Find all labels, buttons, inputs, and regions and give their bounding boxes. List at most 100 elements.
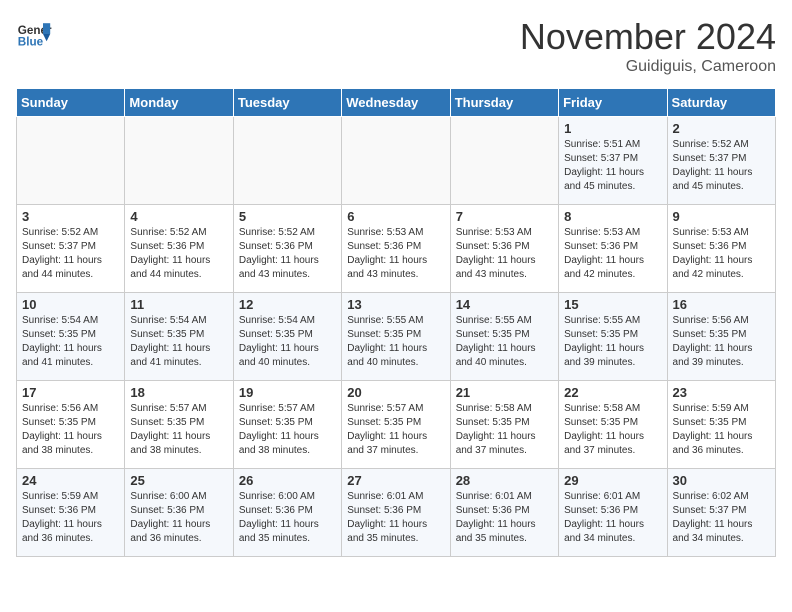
day-info: Sunrise: 5:56 AM Sunset: 5:35 PM Dayligh… — [22, 402, 119, 458]
day-info: Sunrise: 6:02 AM Sunset: 5:37 PM Dayligh… — [673, 490, 770, 546]
day-number: 19 — [239, 385, 336, 400]
day-number: 7 — [456, 209, 553, 224]
day-info: Sunrise: 5:58 AM Sunset: 5:35 PM Dayligh… — [456, 402, 553, 458]
day-number: 4 — [130, 209, 227, 224]
day-info: Sunrise: 6:01 AM Sunset: 5:36 PM Dayligh… — [347, 490, 444, 546]
day-number: 30 — [673, 473, 770, 488]
title-block: November 2024 Guidiguis, Cameroon — [520, 16, 776, 76]
weekday-friday: Friday — [559, 89, 667, 117]
location: Guidiguis, Cameroon — [520, 58, 776, 76]
day-info: Sunrise: 5:52 AM Sunset: 5:36 PM Dayligh… — [130, 226, 227, 282]
day-number: 11 — [130, 297, 227, 312]
day-info: Sunrise: 5:58 AM Sunset: 5:35 PM Dayligh… — [564, 402, 661, 458]
day-number: 27 — [347, 473, 444, 488]
day-info: Sunrise: 5:59 AM Sunset: 5:36 PM Dayligh… — [22, 490, 119, 546]
day-info: Sunrise: 5:51 AM Sunset: 5:37 PM Dayligh… — [564, 138, 661, 194]
calendar-table: SundayMondayTuesdayWednesdayThursdayFrid… — [16, 88, 776, 557]
day-info: Sunrise: 5:53 AM Sunset: 5:36 PM Dayligh… — [673, 226, 770, 282]
calendar-cell: 30 Sunrise: 6:02 AM Sunset: 5:37 PM Dayli… — [667, 469, 775, 557]
calendar-cell: 25 Sunrise: 6:00 AM Sunset: 5:36 PM Dayli… — [125, 469, 233, 557]
calendar-cell: 28 Sunrise: 6:01 AM Sunset: 5:36 PM Dayli… — [450, 469, 558, 557]
day-info: Sunrise: 5:52 AM Sunset: 5:36 PM Dayligh… — [239, 226, 336, 282]
calendar-cell: 11 Sunrise: 5:54 AM Sunset: 5:35 PM Dayli… — [125, 293, 233, 381]
calendar-body: 1 Sunrise: 5:51 AM Sunset: 5:37 PM Daylig… — [17, 117, 776, 557]
calendar-week-4: 17 Sunrise: 5:56 AM Sunset: 5:35 PM Dayli… — [17, 381, 776, 469]
calendar-header: SundayMondayTuesdayWednesdayThursdayFrid… — [17, 89, 776, 117]
calendar-cell: 2 Sunrise: 5:52 AM Sunset: 5:37 PM Daylig… — [667, 117, 775, 205]
day-number: 23 — [673, 385, 770, 400]
calendar-week-5: 24 Sunrise: 5:59 AM Sunset: 5:36 PM Dayli… — [17, 469, 776, 557]
day-number: 28 — [456, 473, 553, 488]
calendar-cell: 24 Sunrise: 5:59 AM Sunset: 5:36 PM Dayli… — [17, 469, 125, 557]
calendar-cell: 17 Sunrise: 5:56 AM Sunset: 5:35 PM Dayli… — [17, 381, 125, 469]
day-number: 10 — [22, 297, 119, 312]
day-info: Sunrise: 5:54 AM Sunset: 5:35 PM Dayligh… — [130, 314, 227, 370]
day-info: Sunrise: 5:57 AM Sunset: 5:35 PM Dayligh… — [347, 402, 444, 458]
day-info: Sunrise: 6:00 AM Sunset: 5:36 PM Dayligh… — [130, 490, 227, 546]
day-number: 5 — [239, 209, 336, 224]
day-info: Sunrise: 5:54 AM Sunset: 5:35 PM Dayligh… — [22, 314, 119, 370]
calendar-cell: 20 Sunrise: 5:57 AM Sunset: 5:35 PM Dayli… — [342, 381, 450, 469]
calendar-cell: 13Sunrise: 5:55 AM Sunset: 5:35 PM Dayli… — [342, 293, 450, 381]
day-info: Sunrise: 5:55 AM Sunset: 5:35 PM Dayligh… — [347, 314, 444, 370]
calendar-cell: 18Sunrise: 5:57 AM Sunset: 5:35 PM Dayli… — [125, 381, 233, 469]
calendar-cell: 27 Sunrise: 6:01 AM Sunset: 5:36 PM Dayli… — [342, 469, 450, 557]
calendar-cell: 16 Sunrise: 5:56 AM Sunset: 5:35 PM Dayli… — [667, 293, 775, 381]
day-number: 22 — [564, 385, 661, 400]
day-number: 29 — [564, 473, 661, 488]
calendar-cell: 4 Sunrise: 5:52 AM Sunset: 5:36 PM Daylig… — [125, 205, 233, 293]
day-number: 25 — [130, 473, 227, 488]
day-number: 20 — [347, 385, 444, 400]
day-number: 3 — [22, 209, 119, 224]
calendar-cell: 6 Sunrise: 5:53 AM Sunset: 5:36 PM Daylig… — [342, 205, 450, 293]
day-info: Sunrise: 5:52 AM Sunset: 5:37 PM Dayligh… — [673, 138, 770, 194]
calendar-cell: 8 Sunrise: 5:53 AM Sunset: 5:36 PM Daylig… — [559, 205, 667, 293]
day-number: 2 — [673, 121, 770, 136]
calendar-week-1: 1 Sunrise: 5:51 AM Sunset: 5:37 PM Daylig… — [17, 117, 776, 205]
calendar-cell: 9 Sunrise: 5:53 AM Sunset: 5:36 PM Daylig… — [667, 205, 775, 293]
day-number: 16 — [673, 297, 770, 312]
day-info: Sunrise: 6:00 AM Sunset: 5:36 PM Dayligh… — [239, 490, 336, 546]
calendar-cell: 22 Sunrise: 5:58 AM Sunset: 5:35 PM Dayli… — [559, 381, 667, 469]
day-number: 24 — [22, 473, 119, 488]
month-title: November 2024 — [520, 16, 776, 58]
day-number: 8 — [564, 209, 661, 224]
page-header: General Blue November 2024 Guidiguis, Ca… — [16, 16, 776, 76]
weekday-header-row: SundayMondayTuesdayWednesdayThursdayFrid… — [17, 89, 776, 117]
calendar-cell: 7 Sunrise: 5:53 AM Sunset: 5:36 PM Daylig… — [450, 205, 558, 293]
calendar-cell — [17, 117, 125, 205]
weekday-thursday: Thursday — [450, 89, 558, 117]
day-info: Sunrise: 5:56 AM Sunset: 5:35 PM Dayligh… — [673, 314, 770, 370]
day-number: 9 — [673, 209, 770, 224]
day-number: 18 — [130, 385, 227, 400]
day-info: Sunrise: 6:01 AM Sunset: 5:36 PM Dayligh… — [456, 490, 553, 546]
calendar-cell — [342, 117, 450, 205]
calendar-cell: 19Sunrise: 5:57 AM Sunset: 5:35 PM Dayli… — [233, 381, 341, 469]
weekday-sunday: Sunday — [17, 89, 125, 117]
calendar-cell: 12Sunrise: 5:54 AM Sunset: 5:35 PM Dayli… — [233, 293, 341, 381]
svg-text:Blue: Blue — [18, 36, 44, 49]
weekday-saturday: Saturday — [667, 89, 775, 117]
weekday-monday: Monday — [125, 89, 233, 117]
day-number: 26 — [239, 473, 336, 488]
calendar-week-3: 10 Sunrise: 5:54 AM Sunset: 5:35 PM Dayli… — [17, 293, 776, 381]
day-info: Sunrise: 5:53 AM Sunset: 5:36 PM Dayligh… — [347, 226, 444, 282]
day-info: Sunrise: 5:55 AM Sunset: 5:35 PM Dayligh… — [456, 314, 553, 370]
calendar-cell: 1 Sunrise: 5:51 AM Sunset: 5:37 PM Daylig… — [559, 117, 667, 205]
calendar-cell: 26 Sunrise: 6:00 AM Sunset: 5:36 PM Dayli… — [233, 469, 341, 557]
calendar-cell — [450, 117, 558, 205]
day-number: 6 — [347, 209, 444, 224]
day-info: Sunrise: 5:59 AM Sunset: 5:35 PM Dayligh… — [673, 402, 770, 458]
day-info: Sunrise: 5:53 AM Sunset: 5:36 PM Dayligh… — [456, 226, 553, 282]
calendar-cell: 10 Sunrise: 5:54 AM Sunset: 5:35 PM Dayli… — [17, 293, 125, 381]
calendar-cell: 14Sunrise: 5:55 AM Sunset: 5:35 PM Dayli… — [450, 293, 558, 381]
day-info: Sunrise: 5:53 AM Sunset: 5:36 PM Dayligh… — [564, 226, 661, 282]
day-number: 1 — [564, 121, 661, 136]
day-info: Sunrise: 5:52 AM Sunset: 5:37 PM Dayligh… — [22, 226, 119, 282]
calendar-week-2: 3 Sunrise: 5:52 AM Sunset: 5:37 PM Daylig… — [17, 205, 776, 293]
calendar-cell — [233, 117, 341, 205]
weekday-wednesday: Wednesday — [342, 89, 450, 117]
day-number: 17 — [22, 385, 119, 400]
calendar-cell: 3 Sunrise: 5:52 AM Sunset: 5:37 PM Daylig… — [17, 205, 125, 293]
calendar-cell: 15Sunrise: 5:55 AM Sunset: 5:35 PM Dayli… — [559, 293, 667, 381]
